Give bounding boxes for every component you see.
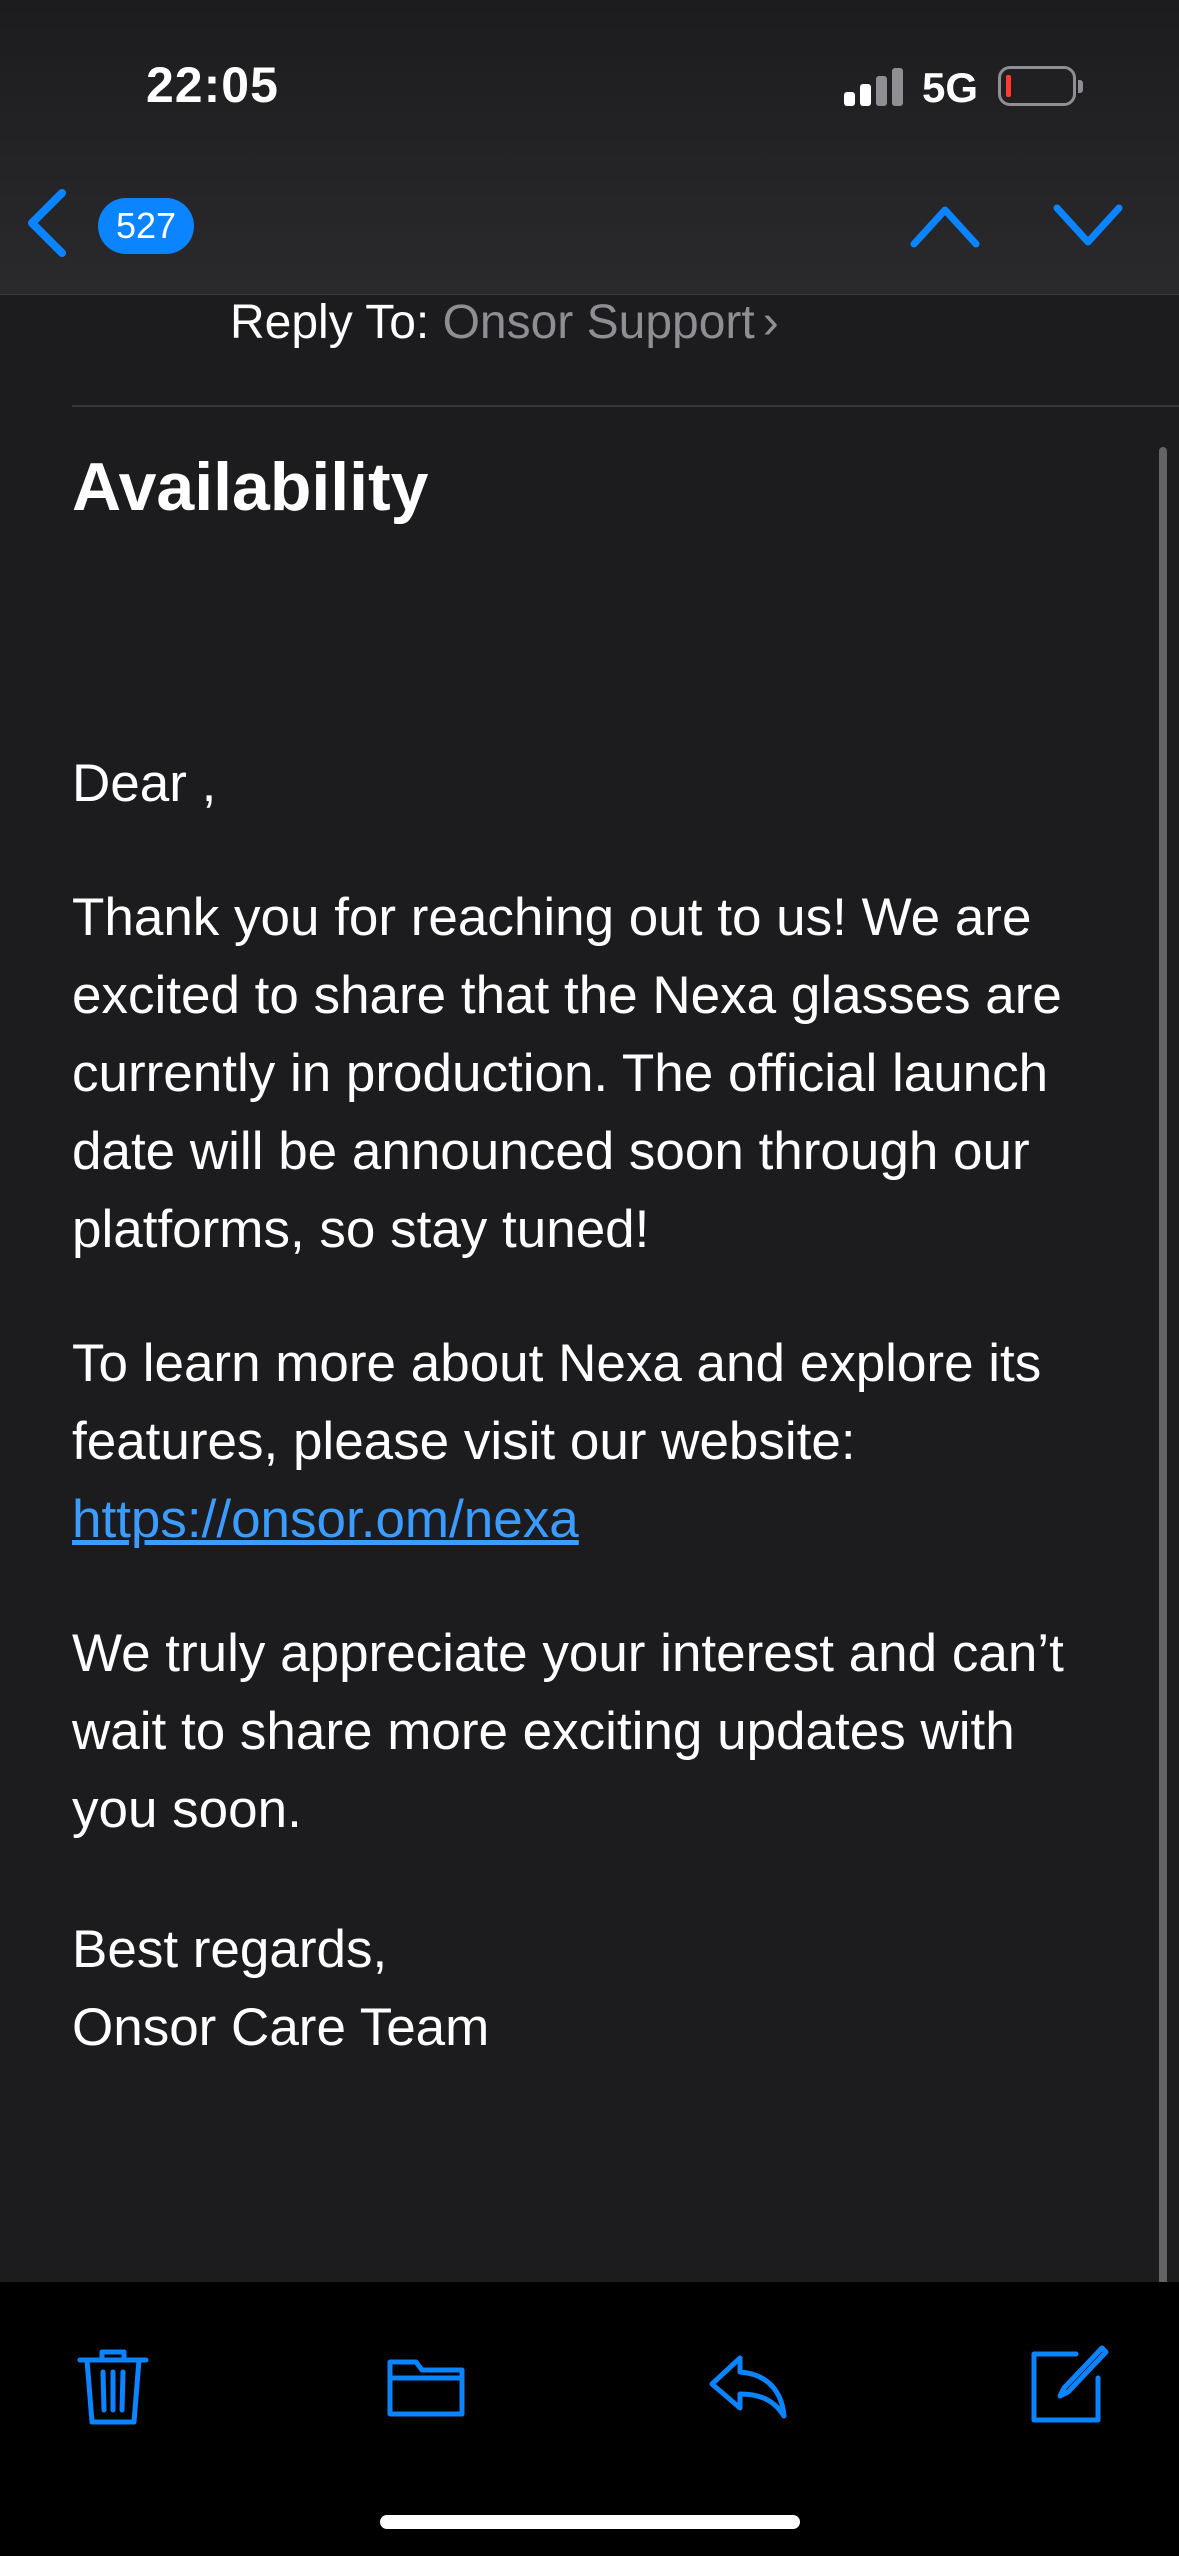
reply-to-row[interactable]: Reply To: Onsor Support › [230,290,779,356]
compose-button[interactable] [1024,2342,1110,2428]
mail-message-screen: 22:05 5G 527 Reply To: Onsor Support › A… [0,0,1179,2556]
status-time: 22:05 [146,57,279,113]
trash-button[interactable] [70,2342,156,2428]
reply-to-value[interactable]: Onsor Support [443,296,755,349]
website-link[interactable]: https://onsor.om/nexa [72,1490,579,1549]
next-message-button[interactable] [1049,196,1127,256]
move-to-folder-button[interactable] [384,2342,470,2428]
home-indicator[interactable] [380,2515,800,2529]
email-subject: Availability [72,449,429,525]
battery-icon [998,66,1076,106]
cellular-signal-icon [844,66,904,106]
reply-to-label: Reply To: [230,296,430,349]
email-paragraph-3: We truly appreciate your interest and ca… [72,1624,1064,1839]
back-button[interactable] [20,185,76,261]
email-signoff: Best regards, [72,1920,388,1979]
header-divider [72,405,1179,407]
email-paragraph-1: Thank you for reaching out to us! We are… [72,888,1062,1259]
compose-icon [1031,2345,1109,2423]
previous-message-button[interactable] [906,196,984,256]
chevron-left-icon [28,189,66,257]
battery-cap [1078,80,1083,93]
email-signature: Onsor Care Team [72,1998,490,2057]
folder-icon [387,2359,465,2417]
navigation-bar: 22:05 5G 527 [0,0,1179,295]
unread-count-badge[interactable]: 527 [98,198,195,254]
email-body: Dear , Thank you for reaching out to us!… [72,745,1112,2067]
reply-icon [709,2355,787,2419]
network-type: 5G [922,64,979,111]
chevron-up-icon [910,206,980,248]
trash-icon [77,2349,149,2425]
chevron-right-icon: › [762,296,779,349]
scrollbar[interactable] [1159,447,1167,2297]
email-paragraph-2-text: To learn more about Nexa and explore its… [72,1334,1042,1471]
email-paragraph-2: To learn more about Nexa and explore its… [72,1325,1112,1559]
reply-button[interactable] [704,2342,790,2428]
chevron-down-icon [1053,204,1123,246]
battery-level [1006,75,1011,97]
email-greeting: Dear , [72,754,217,813]
